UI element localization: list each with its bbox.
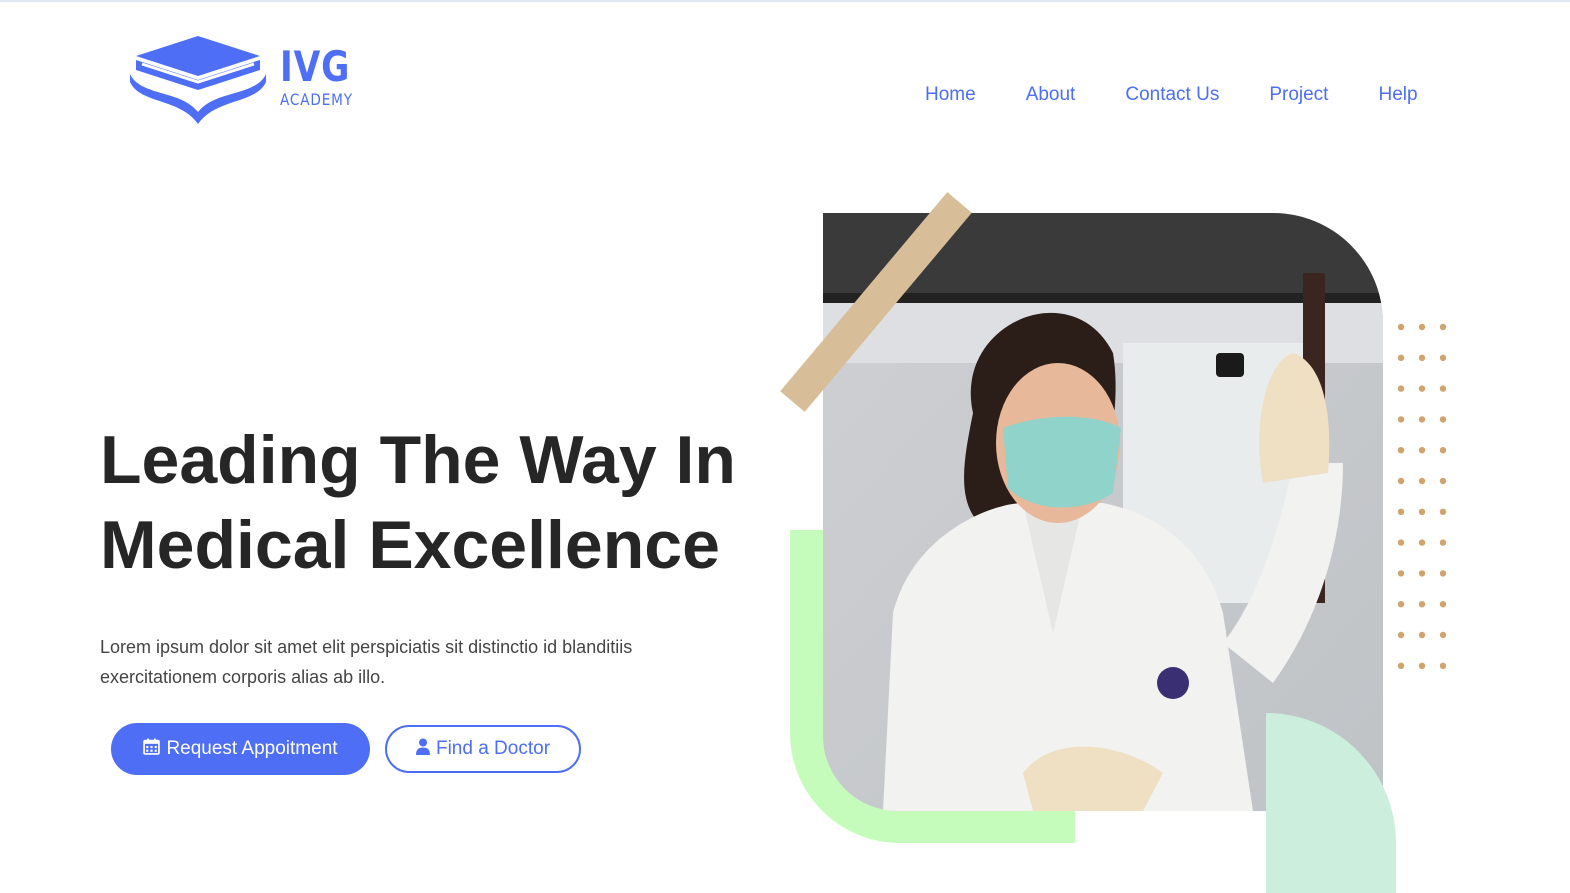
graduation-book-icon bbox=[130, 36, 266, 124]
top-border bbox=[0, 0, 1570, 2]
hero-title-line-2: Medical Excellence bbox=[100, 507, 720, 583]
hero-description: Lorem ipsum dolor sit amet elit perspici… bbox=[100, 632, 720, 692]
decorative-dot bbox=[1439, 601, 1447, 608]
decorative-dot bbox=[1439, 354, 1447, 361]
brand-subtitle: ACADEMY bbox=[280, 90, 353, 109]
nav-project[interactable]: Project bbox=[1269, 84, 1353, 106]
decorative-dot bbox=[1418, 385, 1426, 392]
decorative-dot bbox=[1418, 508, 1426, 515]
calendar-icon bbox=[143, 738, 161, 761]
find-doctor-label: Find a Doctor bbox=[435, 738, 551, 759]
decorative-dot bbox=[1439, 570, 1447, 577]
decorative-dot bbox=[1418, 416, 1426, 423]
decorative-dot bbox=[1439, 385, 1447, 392]
decorative-dot bbox=[1397, 323, 1405, 331]
nav-home[interactable]: Home bbox=[925, 84, 1001, 106]
decorative-dot bbox=[1397, 601, 1405, 608]
decorative-dot bbox=[1439, 631, 1447, 639]
decorative-dot bbox=[1439, 323, 1447, 331]
decorative-dot bbox=[1397, 447, 1405, 454]
decorative-dot bbox=[1397, 631, 1405, 639]
decorative-dot bbox=[1418, 631, 1426, 639]
decorative-dot bbox=[1397, 477, 1405, 485]
hero-description-line-1: Lorem ipsum dolor sit amet elit perspici… bbox=[100, 637, 633, 657]
nav-contact-us[interactable]: Contact Us bbox=[1125, 84, 1244, 106]
request-appointment-button[interactable]: Request Appoitment bbox=[111, 723, 370, 775]
decorative-dot bbox=[1397, 416, 1405, 423]
brand-logo[interactable]: IVG ACADEMY bbox=[128, 34, 368, 124]
nav-help[interactable]: Help bbox=[1378, 84, 1442, 106]
decorative-dot bbox=[1439, 477, 1447, 485]
decorative-dot bbox=[1439, 416, 1447, 423]
decorative-dot bbox=[1418, 601, 1426, 608]
decorative-dot bbox=[1397, 662, 1405, 669]
main-nav: Home About Contact Us Project Help bbox=[900, 84, 1443, 106]
decorative-dot bbox=[1418, 354, 1426, 361]
decorative-dot bbox=[1397, 508, 1405, 515]
find-doctor-button[interactable]: Find a Doctor bbox=[385, 725, 581, 773]
brand-name: IVG bbox=[280, 42, 351, 91]
decorative-dot bbox=[1418, 447, 1426, 454]
decorative-dot bbox=[1397, 385, 1405, 392]
decorative-dot bbox=[1418, 477, 1426, 485]
decorative-dot bbox=[1439, 508, 1447, 515]
decorative-dot bbox=[1439, 662, 1447, 669]
decorative-dot bbox=[1418, 662, 1426, 669]
hero-title-line-1: Leading The Way In bbox=[100, 422, 736, 498]
decorative-dot bbox=[1418, 539, 1426, 546]
nav-about[interactable]: About bbox=[1026, 84, 1101, 106]
decorative-dot bbox=[1397, 354, 1405, 361]
decorative-dot bbox=[1397, 570, 1405, 577]
request-appointment-label: Request Appoitment bbox=[166, 738, 338, 759]
dot-grid-decoration bbox=[1394, 320, 1454, 680]
decorative-dot bbox=[1397, 539, 1405, 546]
decorative-dot bbox=[1418, 323, 1426, 331]
decorative-dot bbox=[1439, 539, 1447, 546]
hero-title: Leading The Way In Medical Excellence bbox=[100, 418, 800, 588]
user-icon bbox=[415, 738, 430, 761]
hero-description-line-2: exercitationem corporis alias ab illo. bbox=[100, 667, 386, 687]
decorative-dot bbox=[1418, 570, 1426, 577]
decorative-dot bbox=[1439, 447, 1447, 454]
